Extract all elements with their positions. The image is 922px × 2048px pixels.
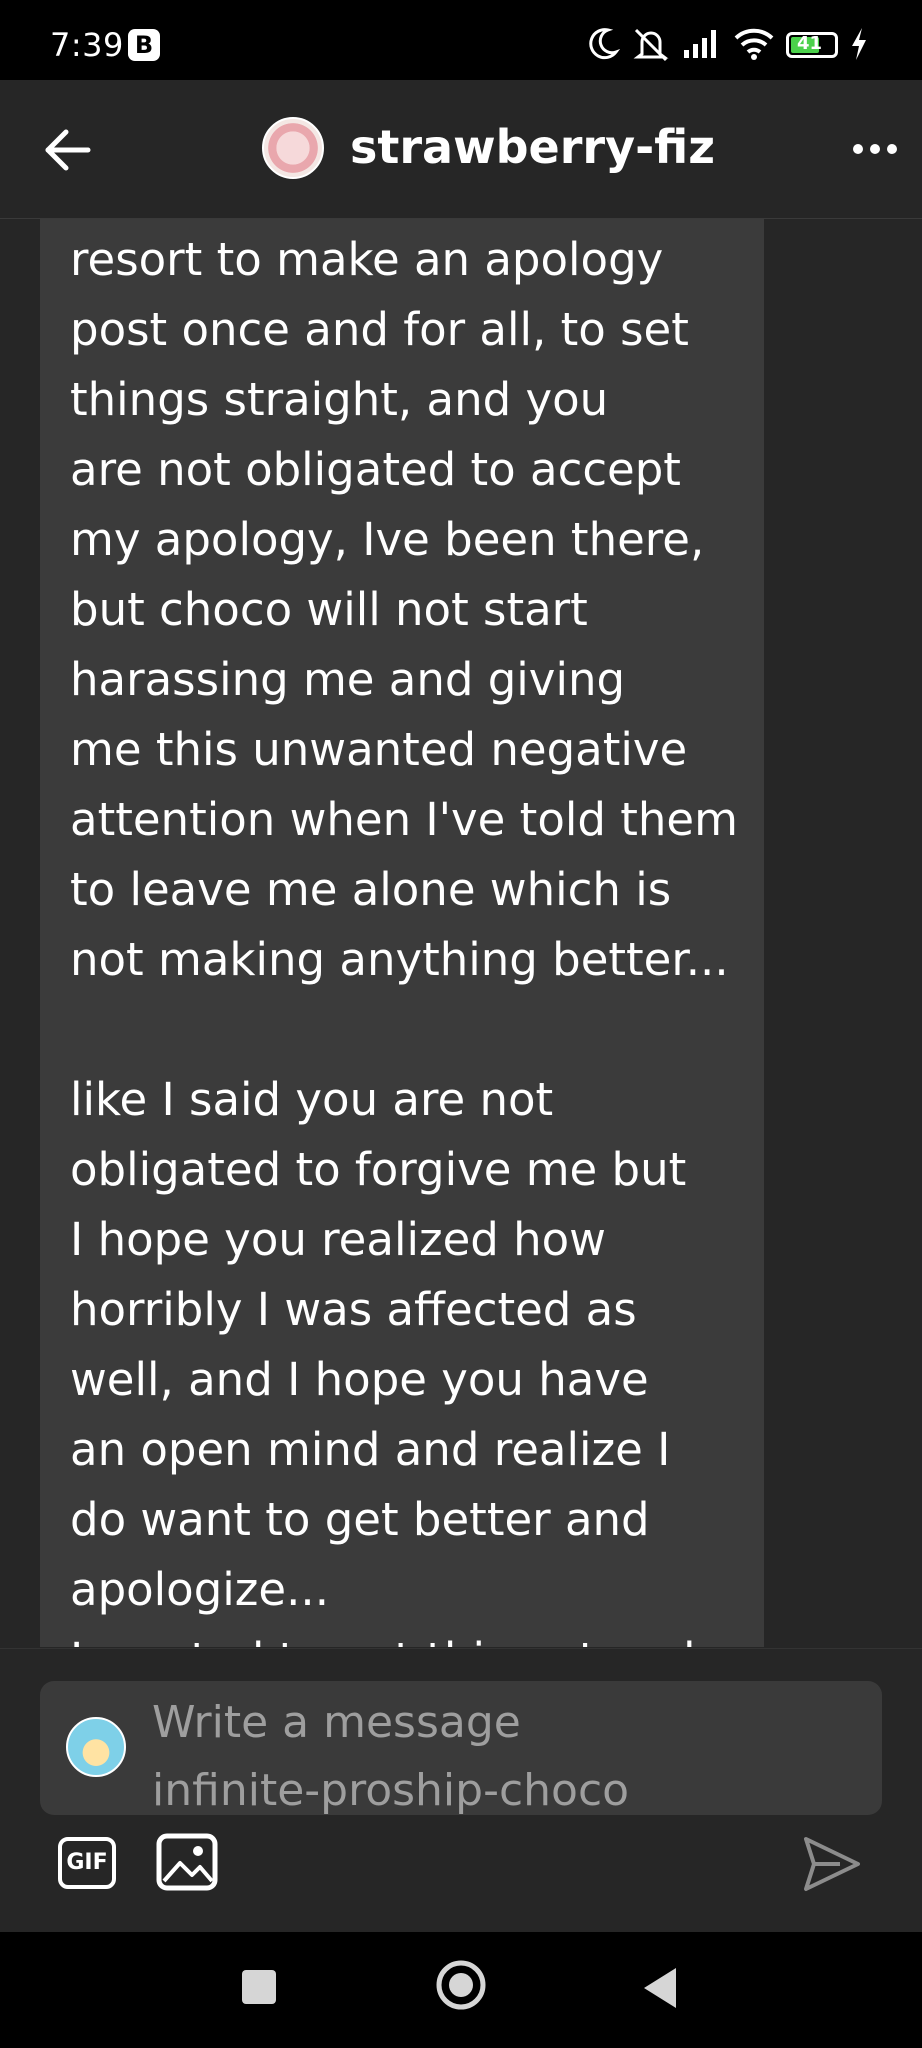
system-nav-bar xyxy=(0,1932,922,2048)
arrow-left-icon[interactable] xyxy=(40,122,100,178)
moon-icon xyxy=(589,28,620,60)
send-icon[interactable] xyxy=(800,1833,862,1895)
charging-icon xyxy=(852,28,866,60)
mute-icon xyxy=(633,28,669,62)
image-icon[interactable] xyxy=(156,1833,218,1891)
blog-name[interactable]: strawberry-fiz xyxy=(350,120,715,174)
message-text: resort to make an apology post once and … xyxy=(70,233,738,1647)
nav-back-icon[interactable] xyxy=(640,1964,680,2012)
battery-icon: 41 xyxy=(786,32,838,58)
conversation-area[interactable]: resort to make an apology post once and … xyxy=(0,219,922,1647)
status-b-badge: B xyxy=(128,29,160,61)
status-icons: 41 xyxy=(586,26,886,66)
more-horizontal-icon[interactable] xyxy=(850,132,900,166)
sender-avatar xyxy=(66,1717,126,1777)
message-composer: Write a message infinite-proship-choco G… xyxy=(0,1648,922,1933)
placeholder-line1: Write a message xyxy=(152,1697,521,1748)
message-input[interactable]: Write a message infinite-proship-choco xyxy=(40,1681,882,1816)
status-time: 7:39 xyxy=(50,26,124,64)
status-bar: 7:39 B 41 xyxy=(0,0,922,80)
gif-button[interactable]: GIF xyxy=(58,1837,116,1889)
conversation-header: strawberry-fiz xyxy=(0,80,922,219)
placeholder-line2: infinite-proship-choco xyxy=(152,1765,630,1816)
battery-level: 41 xyxy=(797,33,823,54)
recents-icon[interactable] xyxy=(242,1970,276,2004)
home-icon[interactable] xyxy=(434,1958,488,2012)
signal-icon xyxy=(684,30,716,58)
message-placeholder: Write a message infinite-proship-choco xyxy=(152,1689,629,1825)
wifi-icon xyxy=(734,28,774,60)
blog-avatar[interactable] xyxy=(262,117,324,179)
